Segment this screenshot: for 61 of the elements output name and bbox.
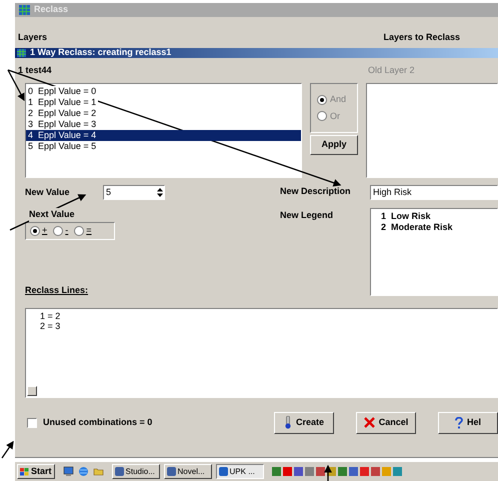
radio-button[interactable] xyxy=(30,226,40,236)
create-button[interactable]: Create xyxy=(274,412,334,434)
app-icon xyxy=(218,467,228,476)
app-icon xyxy=(114,467,124,476)
desktop-icon[interactable] xyxy=(62,466,74,477)
new-legend-list[interactable]: 1 Low Risk 2 Moderate Risk xyxy=(370,208,498,296)
new-value-spinner[interactable]: 5 xyxy=(103,185,165,200)
taskbar-button[interactable]: UPK ... xyxy=(216,464,264,479)
new-legend-label: New Legend xyxy=(280,208,334,222)
source-layer: 1 test44 xyxy=(18,64,53,76)
radio-button[interactable] xyxy=(317,111,327,122)
help-button[interactable]: Hel xyxy=(438,412,498,434)
checkbox-label: Unused combinations = 0 xyxy=(43,416,152,429)
scroll-button[interactable] xyxy=(27,386,37,396)
apply-button[interactable]: Apply xyxy=(310,135,358,155)
next-value-label: Next Value xyxy=(29,208,75,222)
layers-label: Layers xyxy=(18,31,48,44)
value-item[interactable]: 3 Eppl Value = 3 xyxy=(26,119,98,130)
spinner-arrows-icon[interactable] xyxy=(156,187,164,198)
legend-item[interactable]: 2 Moderate Risk xyxy=(381,222,497,233)
windows-logo-icon xyxy=(20,468,29,476)
thermometer-icon xyxy=(284,416,292,429)
reclass-line: 1 = 2 xyxy=(40,310,62,320)
new-value-label: New Value xyxy=(25,186,71,199)
cross-icon xyxy=(364,417,375,428)
value-item[interactable]: 1 Eppl Value = 1 xyxy=(26,97,98,108)
folder-icon[interactable] xyxy=(92,466,104,477)
question-icon xyxy=(454,416,463,428)
radio-button[interactable] xyxy=(53,226,64,236)
globe-icon[interactable] xyxy=(78,466,89,477)
grid-icon xyxy=(19,5,30,15)
reclass-lines-box[interactable]: 1 = 2 2 = 3 xyxy=(25,308,498,398)
app-icon xyxy=(166,467,176,476)
legend-item[interactable]: 1 Low Risk xyxy=(381,211,497,222)
radio-label: And xyxy=(330,93,346,106)
value-item[interactable]: 2 Eppl Value = 2 xyxy=(26,108,98,119)
value-item[interactable]: 0 Eppl Value = 0 xyxy=(26,86,98,97)
values-list[interactable]: 0 Eppl Value = 0 1 Eppl Value = 1 2 Eppl Value = 2 3 Eppl Value = 3 4 Eppl Value = 4 5 Eppl Value = 5 xyxy=(25,83,302,178)
new-description-label: New Description xyxy=(280,185,352,198)
radio-label: = xyxy=(86,224,92,237)
radio-button[interactable] xyxy=(74,226,84,236)
radio-label: Or xyxy=(330,110,340,122)
value-item[interactable]: 4 Eppl Value = 4 xyxy=(26,130,301,141)
window-title: Reclass xyxy=(34,3,68,16)
radio-label: + xyxy=(42,224,48,237)
taskbar-button[interactable]: Studio... xyxy=(112,464,160,479)
grid-icon xyxy=(17,48,26,56)
layer-title-bar[interactable]: 1 Way Reclass: creating reclass1 xyxy=(15,48,498,58)
layers-to-reclass-label: Layers to Reclass xyxy=(383,31,460,44)
checkbox[interactable] xyxy=(27,418,37,428)
layer-title: 1 Way Reclass: creating reclass1 xyxy=(30,48,172,57)
value-item[interactable]: 5 Eppl Value = 5 xyxy=(26,141,98,152)
cancel-button[interactable]: Cancel xyxy=(356,412,416,434)
taskbar-button[interactable]: Novel... xyxy=(164,464,212,479)
radio-label: - xyxy=(65,224,68,237)
reclass-lines-label: Reclass Lines: xyxy=(25,284,90,297)
start-button[interactable]: Start xyxy=(17,464,55,479)
old-layer: Old Layer 2 xyxy=(368,64,415,77)
radio-button[interactable] xyxy=(317,94,327,105)
reclass-line: 2 = 3 xyxy=(40,320,62,330)
new-description-field[interactable]: High Risk xyxy=(370,185,498,200)
